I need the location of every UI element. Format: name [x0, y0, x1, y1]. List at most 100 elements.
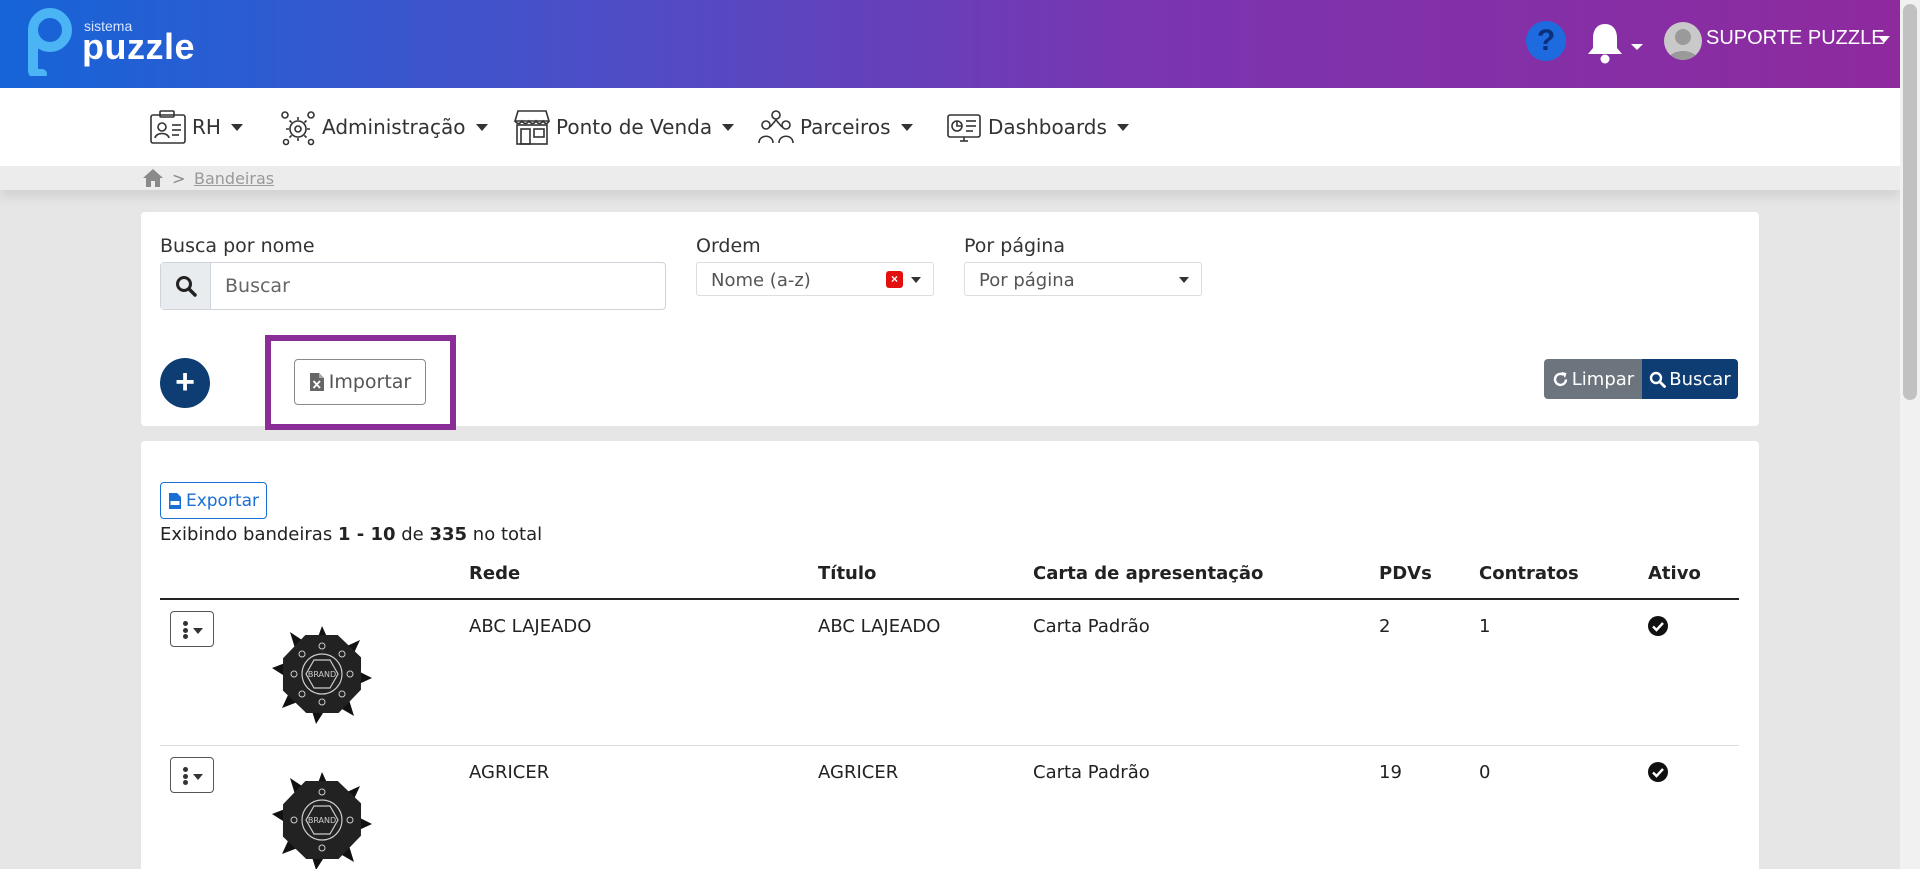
search-input[interactable]	[211, 263, 665, 309]
puzzle-logo[interactable]: sistema puzzle	[26, 8, 206, 80]
chevron-down-icon	[193, 628, 203, 634]
summary-of: de	[401, 524, 424, 545]
results-card	[141, 441, 1759, 869]
cell-pdvs: 19	[1379, 762, 1402, 783]
active-check-icon	[1648, 762, 1668, 782]
nav-item-ponto-de-venda[interactable]: Ponto de Venda	[512, 106, 735, 148]
summary-prefix: Exibindo bandeiras	[160, 524, 333, 545]
cell-pdvs: 2	[1379, 616, 1391, 637]
chevron-down-icon	[475, 123, 488, 131]
nav-label-ponto-de-venda: Ponto de Venda	[556, 115, 713, 139]
cell-rede: AGRICER	[469, 762, 550, 783]
search-label: Busca por nome	[160, 235, 315, 257]
nav-item-dashboards[interactable]: Dashboards	[944, 106, 1129, 148]
nav-label-administracao: Administração	[322, 115, 466, 139]
brand-logo-text: BRAND	[308, 816, 336, 825]
gears-icon	[281, 111, 315, 146]
notification-caret-icon[interactable]	[1631, 44, 1643, 50]
summary-suffix: no total	[472, 524, 543, 545]
import-button[interactable]: Importar	[294, 359, 426, 405]
csv-file-icon	[168, 492, 181, 509]
row-actions-button[interactable]	[170, 611, 214, 647]
search-icon	[1650, 371, 1667, 388]
chevron-down-icon	[911, 277, 921, 283]
kebab-icon	[183, 767, 188, 785]
chevron-down-icon	[193, 774, 203, 780]
brand-logo-image: BRAND	[272, 626, 372, 724]
scrollbar-thumb[interactable]	[1903, 4, 1917, 400]
breadcrumb: > Bandeiras	[0, 166, 1900, 190]
column-header-ativo[interactable]: Ativo	[1648, 563, 1701, 584]
monitor-chart-icon	[947, 114, 981, 142]
nav-label-dashboards: Dashboards	[988, 115, 1107, 139]
search-icon	[175, 276, 197, 297]
clear-order-icon[interactable]: ×	[886, 271, 903, 288]
table-header-divider	[160, 598, 1739, 600]
row-actions-button[interactable]	[170, 757, 214, 793]
table-row-divider	[160, 745, 1739, 746]
per-page-select[interactable]: Por página	[964, 262, 1202, 296]
nav-item-parceiros[interactable]: Parceiros	[756, 106, 913, 148]
column-header-contratos[interactable]: Contratos	[1479, 563, 1579, 584]
active-check-icon	[1648, 616, 1668, 636]
column-header-carta[interactable]: Carta de apresentação	[1033, 563, 1263, 584]
clear-button-label: Limpar	[1571, 368, 1635, 390]
nav-item-administracao[interactable]: Administração	[278, 106, 488, 148]
user-avatar[interactable]	[1664, 22, 1702, 60]
cell-titulo: ABC LAJEADO	[818, 616, 941, 637]
column-header-titulo[interactable]: Título	[818, 563, 876, 584]
brand-logo-image: BRAND	[272, 772, 372, 869]
per-page-select-value: Por página	[979, 270, 1075, 291]
breadcrumb-current[interactable]: Bandeiras	[194, 169, 274, 188]
user-name[interactable]: SUPORTE PUZZLE	[1706, 27, 1885, 50]
clear-button[interactable]: Limpar	[1544, 359, 1642, 399]
notification-bell-icon[interactable]	[1584, 20, 1626, 64]
cell-contratos: 1	[1479, 616, 1491, 637]
results-summary: Exibindo bandeiras 1 - 10 de 335 no tota…	[160, 524, 542, 545]
excel-file-icon	[309, 373, 324, 391]
cell-rede: ABC LAJEADO	[469, 616, 592, 637]
cell-contratos: 0	[1479, 762, 1491, 783]
add-button[interactable]: +	[160, 358, 210, 408]
search-button-label: Buscar	[1669, 368, 1731, 390]
brand-logo-text: BRAND	[308, 670, 336, 679]
chevron-down-icon	[1179, 277, 1189, 283]
export-button[interactable]: Exportar	[160, 482, 267, 519]
export-button-label: Exportar	[185, 490, 260, 511]
cell-carta: Carta Padrão	[1033, 616, 1150, 637]
order-select-value: Nome (a-z)	[711, 270, 811, 291]
summary-total: 335	[429, 524, 468, 545]
brand-name: puzzle	[82, 26, 196, 67]
search-addon	[161, 263, 211, 309]
chevron-down-icon	[900, 123, 913, 131]
search-input-group	[160, 262, 666, 310]
search-button[interactable]: Buscar	[1642, 359, 1738, 399]
nav-item-rh[interactable]: RH	[148, 106, 243, 148]
avatar-person-icon	[1668, 29, 1698, 60]
top-header: sistema puzzle ? SUPORTE PUZZLE	[0, 0, 1900, 88]
order-label: Ordem	[696, 235, 761, 257]
chevron-down-icon	[1116, 123, 1129, 131]
help-icon[interactable]: ?	[1526, 21, 1566, 61]
store-icon	[513, 110, 551, 145]
breadcrumb-separator: >	[172, 169, 186, 188]
main-nav: RH Administração Ponto de Venda Parceiro…	[0, 88, 1900, 166]
home-icon[interactable]	[142, 168, 164, 188]
id-card-icon	[150, 110, 186, 144]
order-select[interactable]: Nome (a-z) ×	[696, 262, 934, 296]
puzzle-logo-icon	[28, 8, 72, 76]
summary-range: 1 - 10	[337, 524, 396, 545]
chevron-down-icon	[722, 123, 735, 131]
people-icon	[758, 110, 794, 144]
help-glyph: ?	[1536, 24, 1556, 57]
column-header-rede[interactable]: Rede	[469, 563, 520, 584]
column-header-pdvs[interactable]: PDVs	[1379, 563, 1432, 584]
per-page-label: Por página	[964, 235, 1065, 257]
nav-label-parceiros: Parceiros	[800, 115, 891, 139]
import-button-label: Importar	[328, 371, 412, 393]
user-menu-caret-icon[interactable]	[1878, 36, 1890, 43]
cell-carta: Carta Padrão	[1033, 762, 1150, 783]
chevron-down-icon	[230, 123, 243, 131]
nav-label-rh: RH	[192, 115, 221, 139]
cell-titulo: AGRICER	[818, 762, 899, 783]
